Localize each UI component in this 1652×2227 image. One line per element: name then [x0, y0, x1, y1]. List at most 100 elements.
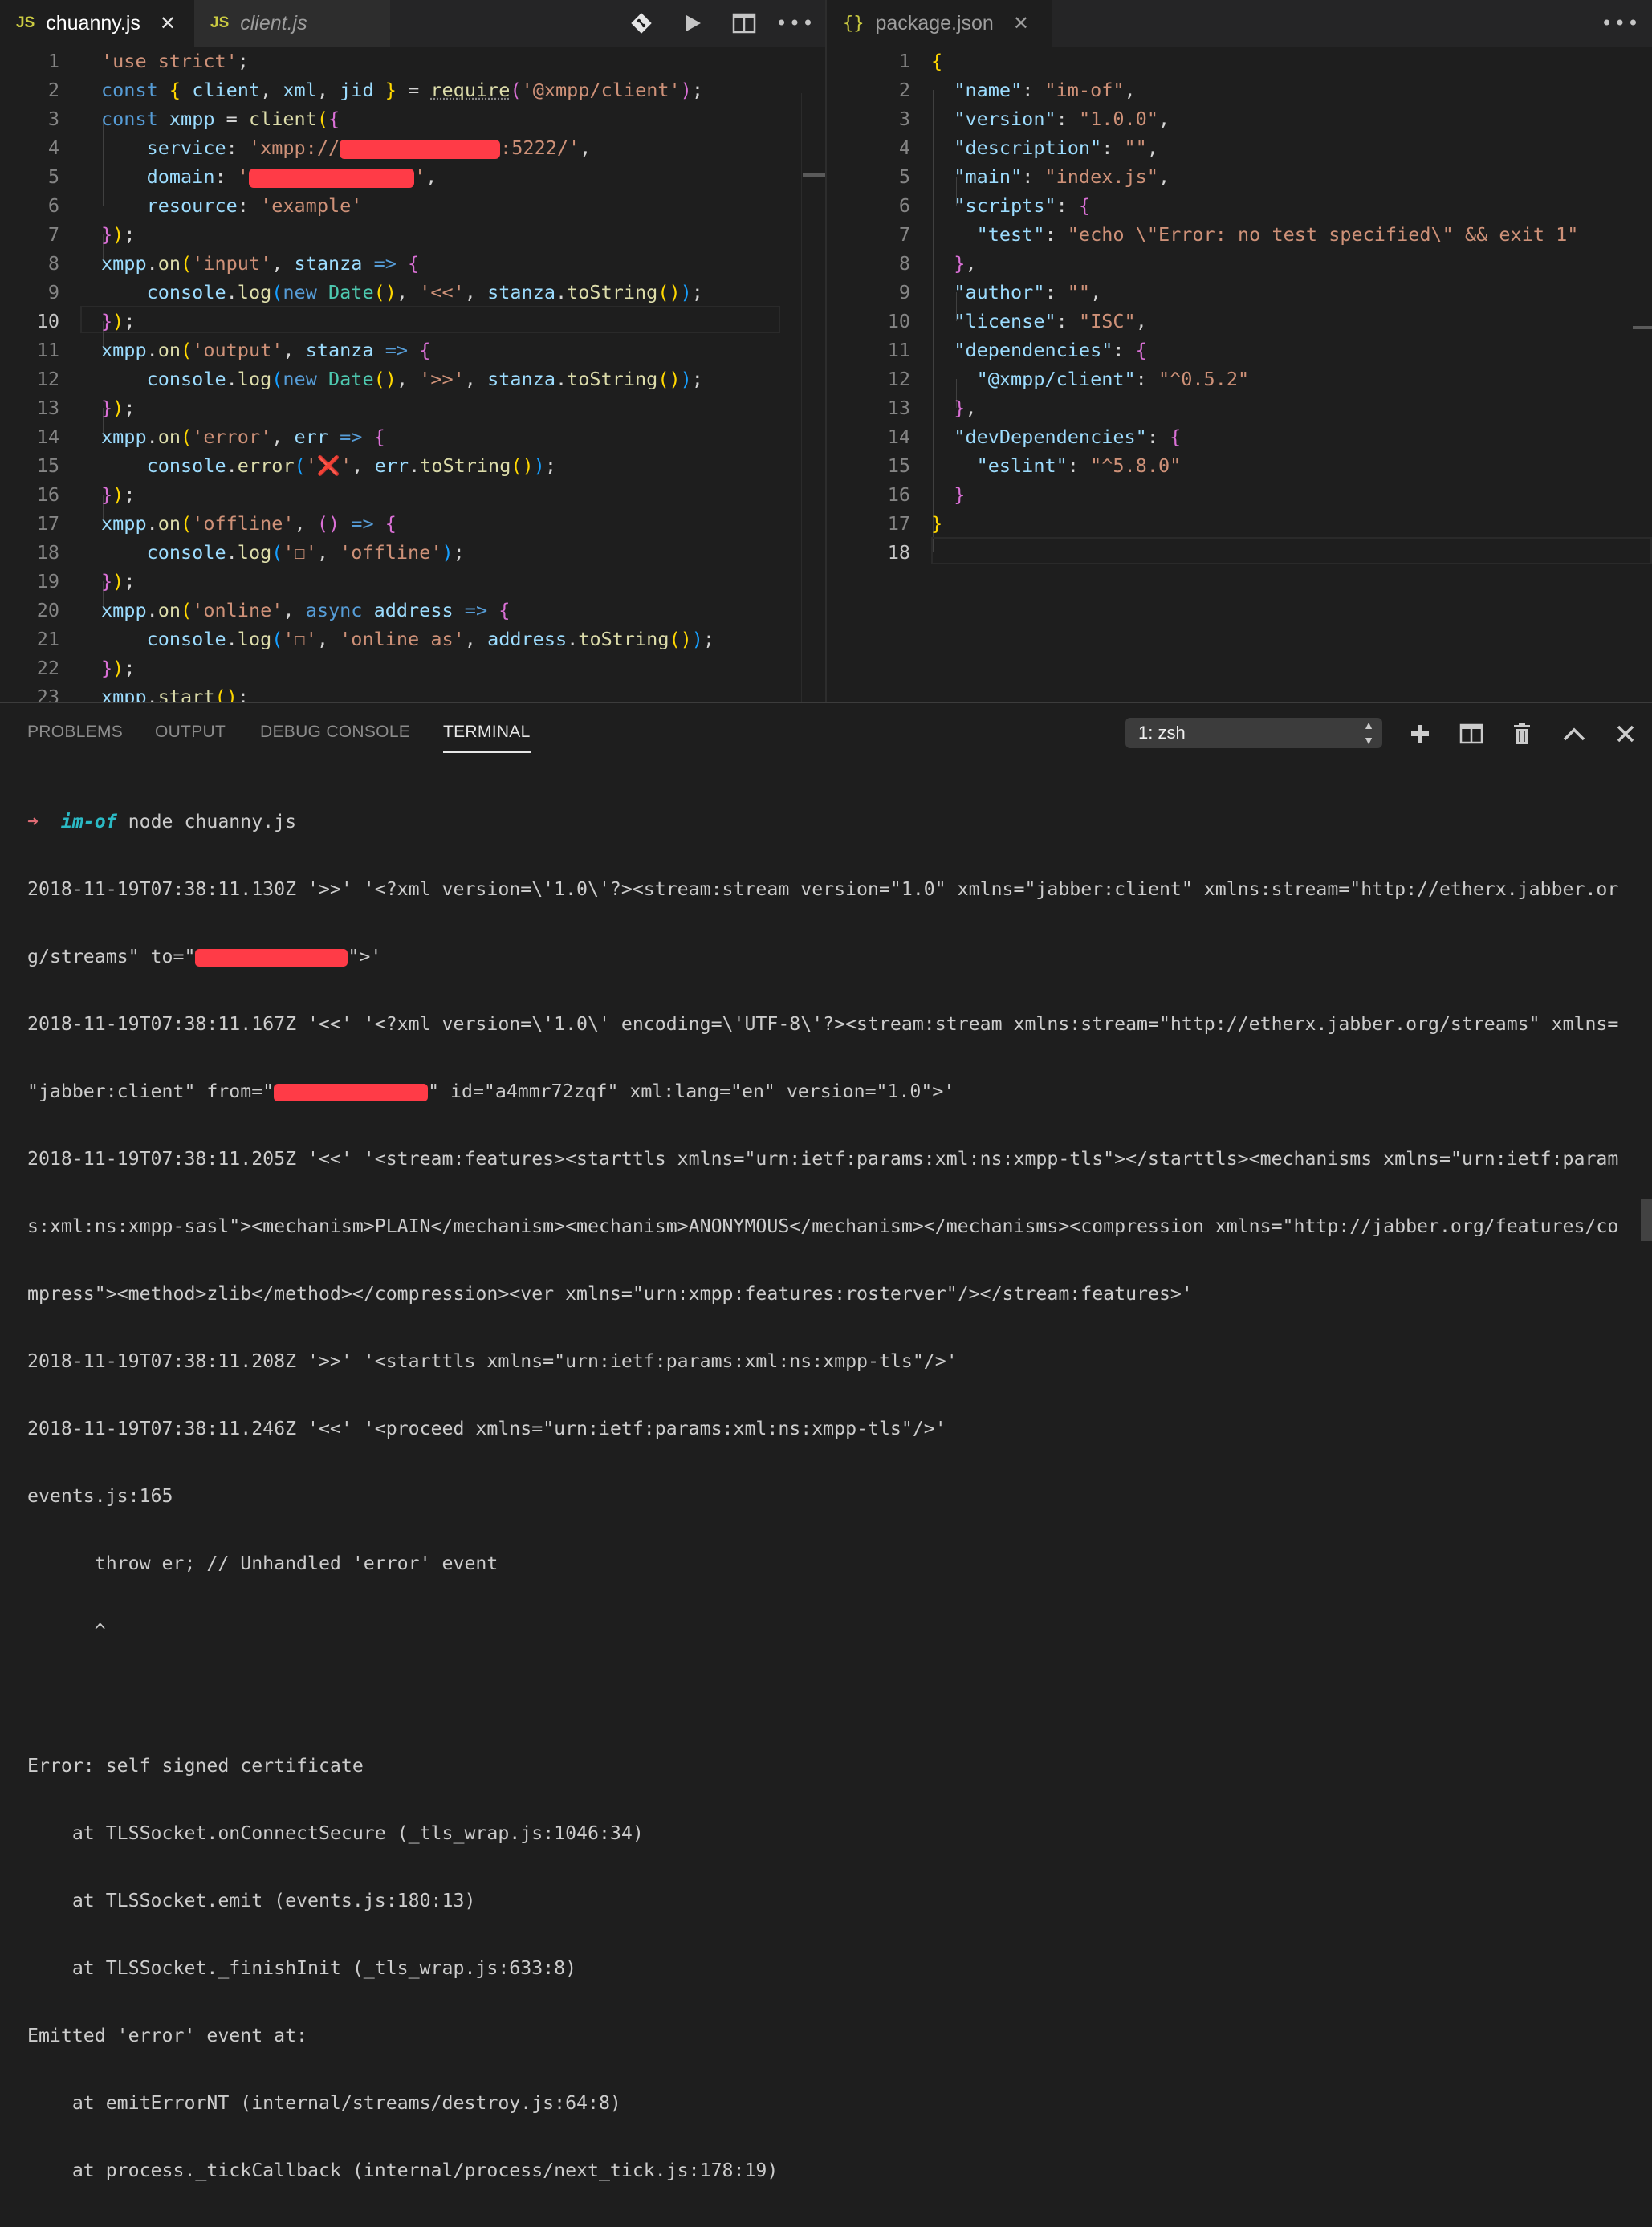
code-line: 3 "version": "1.0.0", [827, 104, 1652, 133]
code-line: 6 "scripts": { [827, 191, 1652, 220]
code-line: 15 "eslint": "^5.8.0" [827, 451, 1652, 480]
code-line: 9 console.log(new Date(), '<<', stanza.t… [0, 278, 825, 307]
close-icon[interactable]: ✕ [160, 12, 176, 35]
tab-chuanny-js[interactable]: JS chuanny.js ✕ [0, 0, 194, 47]
code-line: 16 } [827, 480, 1652, 509]
terminal-line: at TLSSocket.emit (events.js:180:13) [27, 1890, 1625, 1912]
terminal-line: throw er; // Unhandled 'error' event [27, 1553, 1625, 1575]
terminal-select-value: 1: zsh [1138, 723, 1186, 743]
terminal-line: at TLSSocket._finishInit (_tls_wrap.js:6… [27, 1957, 1625, 1980]
code-line: 11 xmpp.on('output', stanza => { [0, 336, 825, 364]
code-line: 8 xmpp.on('input', stanza => { [0, 249, 825, 278]
select-arrows-icon: ▲ ▼ [1363, 718, 1374, 748]
code-line: 15 console.error('❌', err.toString()); [0, 451, 825, 480]
code-line: 23 xmpp.start(); [0, 682, 825, 702]
code-line: 3 const xmpp = client({ [0, 104, 825, 133]
terminal-line: s:xml:ns:xmpp-sasl"><mechanism>PLAIN</me… [27, 1215, 1625, 1238]
chevron-up-icon[interactable] [1556, 716, 1592, 751]
plus-icon[interactable] [1402, 716, 1438, 751]
run-icon[interactable] [674, 5, 711, 42]
terminal-line: ^ [27, 1620, 1625, 1643]
tab-debug-console[interactable]: DEBUG CONSOLE [260, 723, 410, 742]
code-line: 9 "author": "", [827, 278, 1652, 307]
terminal-line: 2018-11-19T07:38:11.205Z '<<' '<stream:f… [27, 1148, 1625, 1170]
code-line: 16}); [0, 480, 825, 509]
tab-label: package.json [876, 12, 994, 35]
js-file-icon: JS [210, 14, 229, 32]
tab-output[interactable]: OUTPUT [155, 723, 226, 742]
code-line: 7 "test": "echo \"Error: no test specifi… [827, 220, 1652, 249]
code-line: 4 "description": "", [827, 133, 1652, 162]
right-tab-bar: {} package.json ✕ ••• [827, 0, 1652, 47]
terminal-line: Error: self signed certificate [27, 1755, 1625, 1777]
editor-actions: ••• [1602, 0, 1639, 47]
git-compare-icon[interactable] [623, 5, 660, 42]
split-editor-icon[interactable] [726, 5, 763, 42]
code-line: 19}); [0, 567, 825, 596]
code-line: 22}); [0, 653, 825, 682]
terminal-line: at process._tickCallback (internal/proce… [27, 2160, 1625, 2182]
prompt-arrow-icon: ➜ [27, 811, 39, 833]
terminal-line: Emitted 'error' event at: [27, 2025, 1625, 2047]
terminal-line: events.js:165 [27, 1485, 1625, 1508]
terminal-select[interactable]: 1: zsh ▲ ▼ [1125, 718, 1382, 748]
right-editor-group: {} package.json ✕ ••• 1{ 2 "name": "im-o… [827, 0, 1652, 702]
bottom-panel: PROBLEMS OUTPUT DEBUG CONSOLE TERMINAL 1… [0, 702, 1652, 1240]
code-line: 10}); [0, 307, 825, 336]
more-icon[interactable]: ••• [777, 5, 814, 42]
left-editor-group: JS chuanny.js ✕ JS client.js ••• 1 'use … [0, 0, 825, 702]
code-line: 18 console.log('☐', 'offline'); [0, 538, 825, 567]
terminal-line: at emitErrorNT (internal/streams/destroy… [27, 2092, 1625, 2115]
code-line: 10 "license": "ISC", [827, 307, 1652, 336]
code-line: 17 xmpp.on('offline', () => { [0, 509, 825, 538]
terminal-output[interactable]: ➜ im-of node chuanny.js 2018-11-19T07:38… [27, 766, 1625, 2227]
tab-label: chuanny.js [46, 12, 140, 35]
terminal-line: mpress"><method>zlib</method></compressi… [27, 1283, 1625, 1305]
editor-actions: ••• [608, 0, 814, 47]
terminal-scrollbar[interactable] [1641, 1199, 1652, 1241]
code-line: 14 xmpp.on('error', err => { [0, 422, 825, 451]
trash-icon[interactable] [1504, 716, 1540, 751]
terminal-prompt: ➜ im-of node chuanny.js [27, 811, 1625, 833]
terminal-line: at TLSSocket.onConnectSecure (_tls_wrap.… [27, 1822, 1625, 1845]
code-area-chuanny[interactable]: 1'use strict'; 2 const { client, xml, jid… [0, 47, 825, 702]
code-line: 13}); [0, 393, 825, 422]
close-icon[interactable] [1608, 716, 1643, 751]
code-line: 5 domain: ' ', [0, 162, 825, 191]
terminal-line: 2018-11-19T07:38:11.130Z '>>' '<?xml ver… [27, 878, 1625, 901]
code-line: 12 console.log(new Date(), '>>', stanza.… [0, 364, 825, 393]
code-line: 14 "devDependencies": { [827, 422, 1652, 451]
code-line: 13 }, [827, 393, 1652, 422]
tab-client-js[interactable]: JS client.js [194, 0, 390, 47]
terminal-line: 2018-11-19T07:38:11.246Z '<<' '<proceed … [27, 1418, 1625, 1440]
code-line: 5 "main": "index.js", [827, 162, 1652, 191]
redacted-domain [249, 169, 414, 188]
js-file-icon: JS [16, 14, 35, 32]
code-area-package-json[interactable]: 1{ 2 "name": "im-of", 3 "version": "1.0.… [827, 47, 1652, 702]
terminal-line: g/streams" to=" ">' [27, 946, 1625, 968]
left-tab-bar: JS chuanny.js ✕ JS client.js ••• [0, 0, 825, 47]
code-line: 21 console.log('☐', 'online as', address… [0, 625, 825, 653]
tab-package-json[interactable]: {} package.json ✕ [827, 0, 1052, 47]
more-icon[interactable]: ••• [1602, 5, 1639, 42]
code-line: 11 "dependencies": { [827, 336, 1652, 364]
close-icon[interactable]: ✕ [1013, 12, 1029, 35]
redacted-host [274, 1084, 428, 1101]
tab-problems[interactable]: PROBLEMS [27, 723, 123, 742]
terminal-line: 2018-11-19T07:38:11.208Z '>>' '<starttls… [27, 1350, 1625, 1373]
code-line: 18 [827, 538, 1652, 567]
code-line: 7}); [0, 220, 825, 249]
code-line: 2 "name": "im-of", [827, 75, 1652, 104]
code-line: 1'use strict'; [0, 47, 825, 75]
code-line: 12 "@xmpp/client": "^0.5.2" [827, 364, 1652, 393]
terminal-line [27, 1688, 1625, 1710]
tab-label: client.js [240, 12, 307, 35]
terminal-line: 2018-11-19T07:38:11.167Z '<<' '<?xml ver… [27, 1013, 1625, 1036]
terminal-line: "jabber:client" from=" " id="a4mmr72zqf" … [27, 1081, 1625, 1103]
code-line: 1{ [827, 47, 1652, 75]
code-line: 4 service: 'xmpp://:5222/', [0, 133, 825, 162]
tab-terminal[interactable]: TERMINAL [443, 723, 531, 753]
json-file-icon: {} [843, 14, 865, 34]
code-line: 2 const { client, xml, jid } = require('@… [0, 75, 825, 104]
split-terminal-icon[interactable] [1454, 716, 1489, 751]
